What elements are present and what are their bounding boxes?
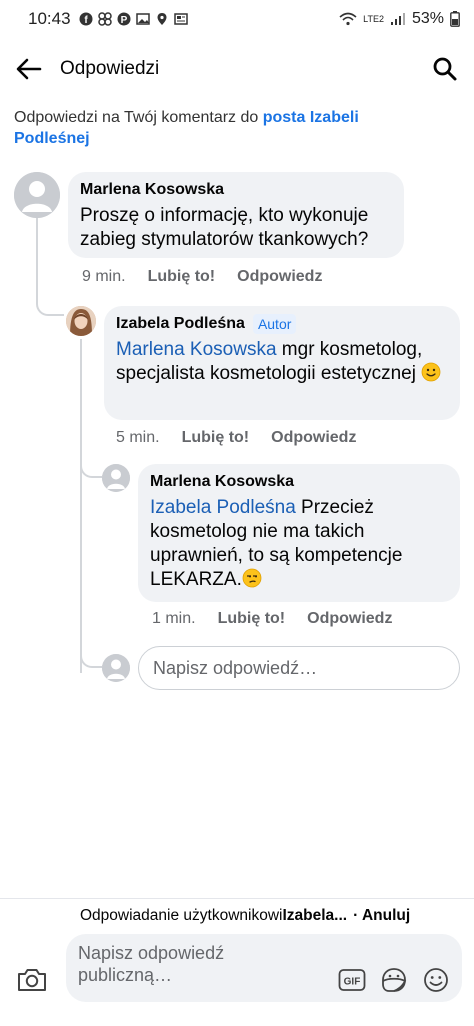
avatar[interactable]: [14, 172, 60, 218]
comment-actions: 1 min. Lubię to! Odpowiedz: [152, 610, 392, 628]
comment-text: Proszę o informację, kto wykonuje zabieg…: [80, 205, 369, 250]
author-name[interactable]: Izabela Podleśna: [116, 314, 245, 334]
news-icon: [173, 13, 188, 25]
system-nav-bar: [0, 1014, 474, 1026]
location-icon: [157, 13, 167, 25]
replying-name: Izabela...: [282, 907, 348, 924]
notification-icons: f P: [79, 12, 188, 26]
replying-to-banner: Odpowiadanie użytkownikowi Izabela... · A…: [80, 907, 460, 925]
comment-text: Marlena Kosowska mgr kosmetolog, specjal…: [116, 338, 448, 386]
battery-icon: [450, 11, 460, 27]
like-button[interactable]: Lubię to!: [218, 610, 286, 628]
slightly-smiling-face-icon: [421, 362, 441, 382]
comment-time: 9 min.: [82, 268, 126, 285]
composer-placeholder: Napisz odpowiedź publiczną…: [78, 943, 225, 985]
camera-icon[interactable]: [16, 964, 48, 996]
reply-input-placeholder: Napisz odpowiedź…: [153, 657, 318, 678]
comment-actions: 5 min. Lubię to! Odpowiedz: [116, 429, 356, 447]
comment-author[interactable]: Marlena Kosowska: [150, 472, 448, 492]
comment-bubble: Marlena Kosowska Izabela Podleśna Przeci…: [138, 464, 460, 602]
composer-tools: GIF: [338, 966, 450, 994]
pinterest-icon: P: [117, 12, 131, 26]
gif-icon[interactable]: GIF: [338, 966, 366, 994]
status-right: LTE2 53%: [339, 10, 460, 28]
default-avatar-icon: [14, 172, 60, 218]
back-arrow-icon[interactable]: [14, 54, 44, 84]
thread-elbow-input: [80, 640, 102, 668]
gif-label: GIF: [344, 977, 361, 988]
search-icon[interactable]: [430, 54, 460, 84]
comment-composer[interactable]: Napisz odpowiedź publiczną… GIF: [66, 934, 462, 1002]
status-time: 10:43: [28, 9, 71, 28]
thread-line-main: [36, 218, 64, 316]
facebook-icon: f: [79, 12, 93, 26]
comment-text: Izabela Podleśna Przecież kosmetolog nie…: [150, 496, 448, 592]
comment-bubble: Izabela Podleśna Autor Marlena Kosowska …: [104, 306, 460, 420]
emoji-icon[interactable]: [422, 966, 450, 994]
reply-button[interactable]: Odpowiedz: [307, 610, 392, 628]
signal-icon: [390, 13, 405, 25]
like-button[interactable]: Lubię to!: [182, 429, 250, 447]
cancel-reply-button[interactable]: · Anuluj: [353, 907, 410, 925]
like-button[interactable]: Lubię to!: [148, 268, 216, 286]
unamused-face-icon: [242, 568, 262, 588]
reply-button[interactable]: Odpowiedz: [237, 268, 322, 286]
notice-text: Odpowiedzi na Twój komentarz do: [14, 109, 263, 126]
thread-line-nested: [80, 339, 82, 673]
reply-input[interactable]: Napisz odpowiedź…: [138, 646, 460, 690]
comment-time: 5 min.: [116, 429, 160, 446]
battery-percent: 53%: [411, 10, 444, 27]
svg-text:P: P: [120, 15, 127, 26]
reply-button[interactable]: Odpowiedz: [271, 429, 356, 447]
page-title: Odpowiedzi: [60, 58, 160, 79]
comment-bubble: Marlena Kosowska Proszę o informację, kt…: [68, 172, 404, 258]
replying-prefix: Odpowiadanie użytkownikowi: [80, 907, 283, 924]
default-avatar-icon: [102, 464, 130, 492]
network-label: LTE2: [363, 13, 384, 24]
status-bar: 10:43 f P LTE2 53%: [0, 0, 474, 38]
comment-author: Izabela Podleśna Autor: [116, 314, 448, 334]
top-app-bar: Odpowiedzi: [0, 42, 474, 96]
avatar: [102, 654, 130, 682]
mention-link[interactable]: Izabela Podleśna: [150, 497, 296, 518]
sticker-icon[interactable]: [380, 966, 408, 994]
comment-time: 1 min.: [152, 610, 196, 627]
mention-link[interactable]: Marlena Kosowska: [116, 339, 277, 360]
default-avatar-icon: [102, 654, 130, 682]
author-badge: Autor: [252, 314, 297, 334]
avatar[interactable]: [66, 306, 96, 336]
profile-photo: [66, 306, 96, 336]
avatar[interactable]: [102, 464, 130, 492]
comment-actions: 9 min. Lubię to! Odpowiedz: [82, 268, 322, 286]
pinwheel-icon: [97, 12, 112, 26]
reply-context-notice: Odpowiedzi na Twój komentarz do posta Iz…: [14, 107, 434, 149]
thread-elbow-reply: [80, 450, 102, 478]
wifi-icon: [339, 12, 357, 26]
comment-author[interactable]: Marlena Kosowska: [80, 180, 392, 200]
divider: [0, 898, 474, 899]
image-icon: [135, 13, 150, 25]
